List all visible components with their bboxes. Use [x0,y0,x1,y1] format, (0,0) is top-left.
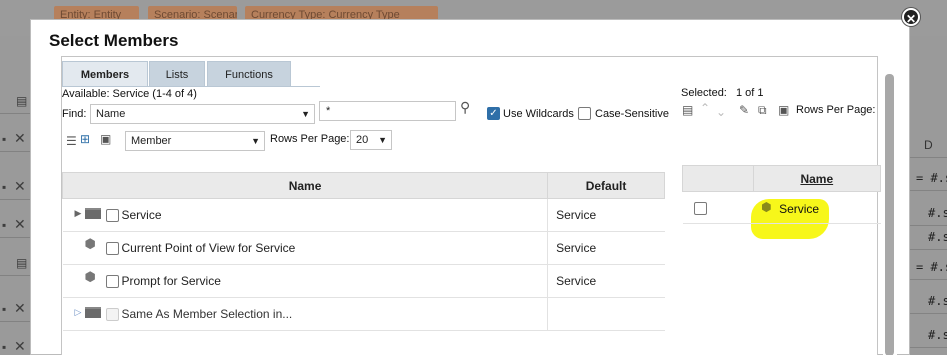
column-header-selected-name[interactable]: Name [752,165,882,192]
select-members-dialog: Select Members Members Lists Functions A… [30,19,910,355]
expand-arrow-icon[interactable]: ▶ [75,208,82,219]
save-icon[interactable]: ▪ [2,302,6,316]
find-field-value: Name [96,108,126,120]
find-value-input[interactable]: * [319,101,456,121]
table-row[interactable]: ▷ Same As Member Selection in... [62,297,665,331]
view-select[interactable]: Member ▼ [125,131,265,151]
members-panel: Members Lists Functions Available: Servi… [61,56,882,355]
tab-divider [62,86,320,87]
delete-icon[interactable]: ✕ [14,216,26,233]
tab-lists[interactable]: Lists [149,61,205,87]
delete-icon[interactable]: ✕ [14,338,26,355]
selected-rows-per-page-label: Rows Per Page: [796,104,876,116]
chevron-down-icon: ▼ [251,136,260,146]
rows-per-page-select[interactable]: 20 ▼ [350,130,392,150]
row-tools: ▪ ✕ [0,210,30,238]
row-tools: ▪ ✕ [0,332,30,355]
row-checkbox[interactable] [105,275,119,288]
list-view-icon[interactable]: ☰ [66,134,77,148]
document-icon[interactable]: ▤ [16,256,27,270]
column-header-default[interactable]: Default [547,172,665,199]
selected-label: Selected: [681,87,727,99]
cube-icon: ⬢ [84,236,96,251]
save-icon[interactable]: ▪ [2,340,6,354]
save-icon[interactable]: ▪ [2,180,6,194]
row-tools: ▪ ✕ [0,172,30,200]
member-name: Current Point of View for Service [121,241,296,255]
folder-icon [84,307,101,318]
member-default: Service [547,231,665,265]
member-name: Prompt for Service [121,274,221,288]
move-up-icon[interactable]: ⌃ [700,101,710,115]
members-table: Name Default ▶ Service Service ⬢ Current P… [61,172,665,331]
cube-icon: ⬢ [84,269,96,284]
close-icon[interactable]: ✕ [902,8,920,26]
delete-icon[interactable]: ✕ [14,130,26,147]
member-default [547,297,665,331]
save-icon[interactable]: ▪ [2,132,6,146]
expand-arrow-icon[interactable]: ▷ [75,307,82,318]
edit-icon[interactable]: ✎ [739,103,749,117]
delete-icon[interactable]: ✕ [14,178,26,195]
move-down-icon[interactable]: ⌄ [716,105,726,119]
selected-member-name[interactable]: Service [779,202,819,216]
background-cell: #.s [910,322,947,348]
use-wildcards-label: Use Wildcards [503,108,574,120]
selected-row-checkbox[interactable] [693,202,707,215]
save-icon[interactable]: ▪ [2,218,6,232]
remove-selection-icon[interactable]: ▤ [682,103,693,117]
scrollbar-thumb[interactable] [885,74,894,355]
background-cell: #.s [910,224,947,250]
document-icon[interactable]: ▤ [16,94,27,108]
column-header-name[interactable]: Name [61,172,549,199]
table-row[interactable]: ⬢ Prompt for Service Service [62,264,665,298]
table-row[interactable]: ▶ Service Service [62,198,665,232]
selected-table: Name ⬢ Service [682,165,882,224]
background-cell: = #.s [910,254,947,280]
member-name: Service [121,208,162,222]
background-cell: = #.s [910,165,947,191]
rows-per-page-label: Rows Per Page: [270,133,350,145]
save-icon[interactable]: ▣ [778,103,789,117]
row-tools: ▪ ✕ [0,294,30,322]
member-default: Service [547,198,665,232]
background-left-column: ▤ ▪ ✕ ▪ ✕ ▪ ✕ ▤ ▪ ✕ ▪ ✕ [0,36,30,355]
delete-icon[interactable]: ✕ [14,300,26,317]
member-default: Service [547,264,665,298]
selected-count: 1 of 1 [736,87,764,99]
tab-functions[interactable]: Functions [207,61,291,87]
use-wildcards-checkbox[interactable]: ✓ [487,107,500,120]
row-checkbox[interactable] [105,209,119,222]
search-icon[interactable]: ⚲ [460,100,470,114]
row-tools: ▤ [0,248,30,276]
row-checkbox[interactable] [105,242,119,255]
table-row[interactable]: ⬢ Current Point of View for Service Servi… [62,231,665,265]
available-label: Available: Service (1-4 of 4) [62,88,197,100]
member-name: Same As Member Selection in... [121,307,293,321]
background-cell: #.s [910,288,947,314]
expand-all-icon[interactable]: ⊞ [80,132,90,146]
rows-per-page-value: 20 [356,134,369,146]
selected-row[interactable]: ⬢ Service [682,191,881,224]
row-checkbox[interactable] [105,308,119,321]
background-cell: #.s [910,200,947,226]
find-field-select[interactable]: Name ▼ [90,104,315,124]
chevron-down-icon: ▼ [378,135,387,145]
select-all-header [682,165,754,192]
case-sensitive-checkbox[interactable] [578,107,591,120]
scrollbar[interactable] [883,56,897,355]
view-select-value: Member [131,135,172,147]
folder-icon [84,208,101,219]
column-header-d: D [910,132,947,158]
dialog-title: Select Members [49,31,179,50]
row-tools: ▤ [0,86,30,114]
find-label: Find: [62,108,87,120]
tab-members[interactable]: Members [62,61,148,87]
collapse-icon[interactable]: ▣ [100,132,111,146]
cube-icon: ⬢ [761,200,772,214]
copy-icon[interactable]: ⧉ [758,103,767,117]
chevron-down-icon: ▼ [301,109,310,119]
case-sensitive-label: Case-Sensitive [595,108,669,120]
row-tools: ▪ ✕ [0,124,30,152]
